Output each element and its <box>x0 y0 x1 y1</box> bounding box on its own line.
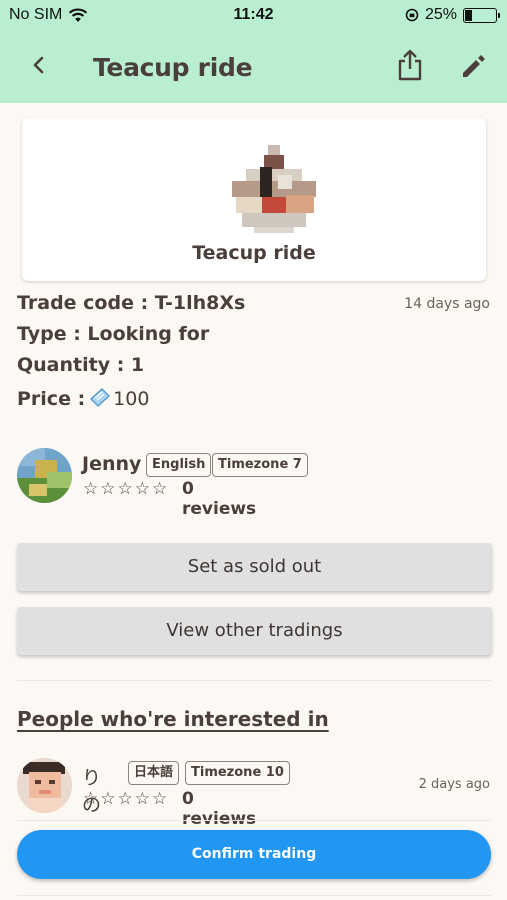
battery-icon <box>463 7 500 23</box>
orientation-lock-icon <box>405 8 419 22</box>
posted-ago: 14 days ago <box>404 296 490 312</box>
rating-stars: ☆☆☆☆☆ <box>83 789 170 808</box>
price-value: 100 <box>113 388 150 410</box>
page-title: Teacup ride <box>93 53 253 82</box>
edit-icon[interactable] <box>458 50 490 82</box>
set-sold-out-button[interactable]: Set as sold out <box>17 543 492 591</box>
avatar[interactable] <box>17 448 72 503</box>
timezone-chip: Timezone 7 <box>212 453 308 477</box>
ticket-icon <box>90 388 111 407</box>
status-bar: No SIM 11:42 25% <box>0 0 507 30</box>
timezone-chip: Timezone 10 <box>185 761 290 785</box>
view-other-tradings-button[interactable]: View other tradings <box>17 607 492 655</box>
trade-code: Trade code : T-1lh8Xs <box>17 292 246 314</box>
confirm-trading-button[interactable]: Confirm trading <box>17 830 491 879</box>
item-name: Teacup ride <box>192 242 316 264</box>
review-count: 0 reviews <box>182 789 257 829</box>
item-card: Teacup ride <box>22 118 486 281</box>
app-bar: Teacup ride <box>0 30 507 103</box>
back-icon[interactable] <box>24 50 54 80</box>
trade-type: Type : Looking for <box>17 323 210 345</box>
review-count: 0 reviews <box>182 479 257 519</box>
owner-name: Jenny <box>82 453 142 475</box>
language-chip: English <box>146 453 212 477</box>
interested-section-title: People who're interested in <box>17 707 329 731</box>
share-icon[interactable] <box>394 48 426 82</box>
battery-percent: 25% <box>424 6 457 23</box>
divider <box>17 820 492 821</box>
rating-stars: ☆☆☆☆☆ <box>83 479 170 498</box>
teacup-ride-image <box>232 145 316 233</box>
interested-ago: 2 days ago <box>418 777 490 792</box>
divider <box>17 895 492 896</box>
language-chip: 日本語 <box>128 761 180 785</box>
divider <box>17 680 492 681</box>
status-right: 25% <box>405 6 500 24</box>
trade-price: Price : 100 <box>17 387 149 410</box>
avatar[interactable] <box>17 758 72 813</box>
trade-quantity: Quantity : 1 <box>17 354 145 376</box>
price-label: Price : <box>17 388 86 410</box>
